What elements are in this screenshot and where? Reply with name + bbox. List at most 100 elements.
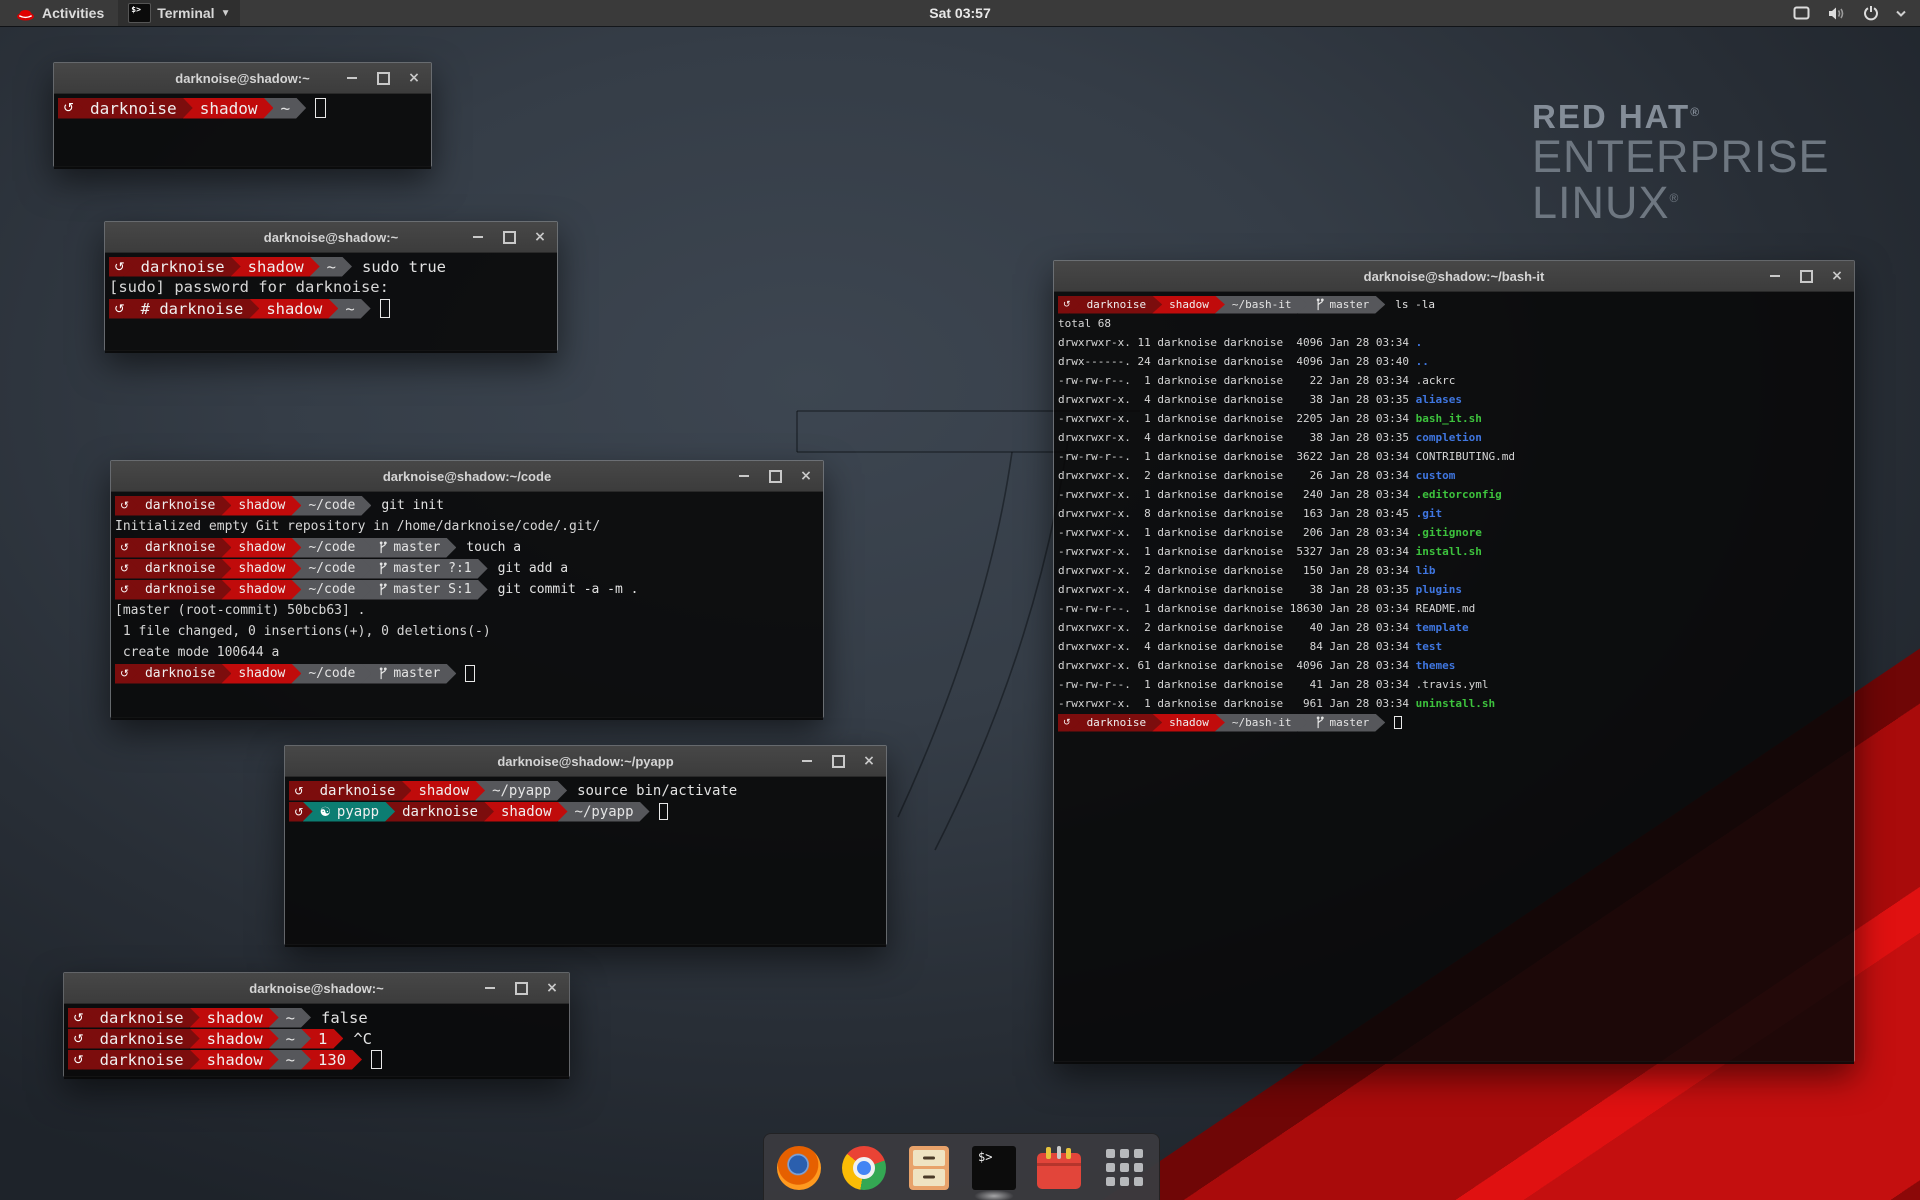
close-button[interactable]: ×	[862, 754, 876, 768]
git-branch-icon	[378, 562, 388, 575]
terminal-line: [sudo] password for darknoise:	[109, 277, 553, 298]
minimize-button[interactable]	[737, 469, 751, 483]
titlebar[interactable]: darknoise@shadow:~/pyapp ×	[285, 746, 886, 777]
activities-button[interactable]: Activities	[8, 0, 112, 26]
titlebar[interactable]: darknoise@shadow:~/code ×	[111, 461, 823, 492]
file-name: .gitignore	[1416, 526, 1482, 539]
close-button[interactable]: ×	[533, 230, 547, 244]
display-icon[interactable]	[1793, 6, 1810, 20]
prompt-segment: shadow	[1152, 714, 1225, 732]
terminal-content[interactable]: ↺darknoiseshadow~	[54, 94, 431, 169]
dock-terminal[interactable]: $>	[970, 1144, 1018, 1192]
redhat-logo-icon	[16, 6, 35, 21]
prompt-segment: shadow	[401, 781, 485, 801]
window-title: darknoise@shadow:~	[264, 230, 398, 245]
prompt-segment: darknoise	[128, 580, 231, 600]
file-name: .	[1416, 336, 1423, 349]
window-title: darknoise@shadow:~	[175, 71, 309, 86]
prompt-segment: ~/pyapp	[558, 802, 650, 822]
prompt-segment: darknoise	[128, 559, 231, 579]
terminal-line: ↺# darknoiseshadow~	[109, 298, 553, 319]
maximize-button[interactable]	[514, 981, 528, 995]
toolbox-icon	[1037, 1153, 1081, 1189]
terminal-line: -rw-rw-r--. 1 darknoise darknoise 22 Jan…	[1058, 371, 1850, 390]
brand-line-enterprise: ENTERPRISE	[1532, 134, 1830, 180]
dock-app-grid[interactable]	[1100, 1144, 1148, 1192]
file-name: plugins	[1416, 583, 1462, 596]
maximize-button[interactable]	[831, 754, 845, 768]
files-icon	[909, 1146, 949, 1190]
prompt-segment: darknoise	[128, 664, 231, 684]
terminal-content[interactable]: ↺darknoiseshadow~/codegit initInitialize…	[111, 492, 823, 720]
window-title: darknoise@shadow:~/pyapp	[497, 754, 673, 769]
minimize-button[interactable]	[345, 71, 359, 85]
prompt-segment: shadow	[484, 802, 568, 822]
maximize-button[interactable]	[768, 469, 782, 483]
app-menu-terminal[interactable]: $> Terminal ▼	[118, 0, 240, 26]
chrome-icon	[842, 1146, 886, 1190]
terminal-content[interactable]: ↺darknoiseshadow~sudo true[sudo] passwor…	[105, 253, 557, 353]
terminal-line: ↺☯pyappdarknoiseshadow~/pyapp	[289, 801, 882, 822]
file-name: install.sh	[1416, 545, 1482, 558]
file-name: completion	[1416, 431, 1482, 444]
close-button[interactable]: ×	[545, 981, 559, 995]
terminal-window-code: darknoise@shadow:~/code × ↺darknoiseshad…	[110, 460, 824, 718]
dock-firefox[interactable]	[775, 1144, 823, 1192]
command-text: sudo true	[362, 258, 446, 276]
terminal-content[interactable]: ↺darknoiseshadow~false ↺darknoiseshadow~1…	[64, 1004, 569, 1079]
file-name: .travis.yml	[1416, 678, 1489, 691]
maximize-button[interactable]	[1799, 269, 1813, 283]
dock-files[interactable]	[905, 1144, 953, 1192]
minimize-button[interactable]	[483, 981, 497, 995]
minimize-button[interactable]	[800, 754, 814, 768]
terminal-line: drwxrwxr-x. 2 darknoise darknoise 26 Jan…	[1058, 466, 1850, 485]
prompt-segment: ☯pyapp	[303, 802, 395, 822]
chevron-down-icon[interactable]	[1896, 10, 1906, 17]
terminal-line: Initialized empty Git repository in /hom…	[115, 516, 819, 537]
prompt-segment: master S:1	[361, 580, 487, 600]
close-button[interactable]: ×	[407, 71, 421, 85]
dock-chrome[interactable]	[840, 1144, 888, 1192]
python-venv-icon: ☯	[320, 804, 331, 819]
terminal-line: ↺darknoiseshadow~false	[68, 1007, 565, 1028]
prompt-segment: ~/code	[291, 664, 371, 684]
prompt-segment: shadow	[249, 299, 338, 319]
command-text: git commit -a -m .	[498, 582, 639, 597]
prompt-segment: shadow	[183, 98, 274, 119]
prompt-segment: darknoise	[1070, 296, 1163, 314]
terminal-line: 1 file changed, 0 insertions(+), 0 delet…	[115, 621, 819, 642]
terminal-line: ↺darknoiseshadow~	[58, 97, 427, 119]
dock-toolbox[interactable]	[1035, 1144, 1083, 1192]
prompt-segment: ~/code	[291, 538, 371, 558]
minimize-button[interactable]	[471, 230, 485, 244]
clock[interactable]: Sat 03:57	[929, 5, 990, 21]
terminal-line: -rwxrwxr-x. 1 darknoise darknoise 5327 J…	[1058, 542, 1850, 561]
terminal-content[interactable]: ↺darknoiseshadow~/pyappsource bin/activa…	[285, 777, 886, 947]
minimize-button[interactable]	[1768, 269, 1782, 283]
prompt-segment: darknoise	[73, 98, 193, 119]
dock: $>	[763, 1133, 1160, 1200]
app-menu-label: Terminal	[157, 5, 214, 21]
close-button[interactable]: ×	[1830, 269, 1844, 283]
window-title: darknoise@shadow:~/bash-it	[1364, 269, 1545, 284]
close-button[interactable]: ×	[799, 469, 813, 483]
titlebar[interactable]: darknoise@shadow:~ ×	[64, 973, 569, 1004]
titlebar[interactable]: darknoise@shadow:~ ×	[54, 63, 431, 94]
terminal-line: drwxrwxr-x. 61 darknoise darknoise 4096 …	[1058, 656, 1850, 675]
terminal-window-bash-it: darknoise@shadow:~/bash-it × ↺darknoises…	[1053, 260, 1855, 1062]
prompt-segment: darknoise	[124, 257, 241, 277]
prompt-segment: darknoise	[1070, 714, 1163, 732]
titlebar[interactable]: darknoise@shadow:~ ×	[105, 222, 557, 253]
terminal-window-home-1: darknoise@shadow:~ × ↺darknoiseshadow~	[53, 62, 432, 167]
terminal-line: drwxrwxr-x. 4 darknoise darknoise 38 Jan…	[1058, 428, 1850, 447]
power-icon[interactable]	[1863, 5, 1879, 21]
prompt-segment: master	[1298, 296, 1386, 314]
titlebar[interactable]: darknoise@shadow:~/bash-it ×	[1054, 261, 1854, 292]
terminal-content[interactable]: ↺darknoiseshadow~/bash-itmasterls -latot…	[1054, 292, 1854, 1064]
maximize-button[interactable]	[502, 230, 516, 244]
volume-icon[interactable]	[1827, 6, 1846, 21]
terminal-line: ↺darknoiseshadow~130	[68, 1049, 565, 1070]
prompt-segment: shadow	[221, 538, 301, 558]
maximize-button[interactable]	[376, 71, 390, 85]
terminal-cursor	[371, 1050, 382, 1069]
